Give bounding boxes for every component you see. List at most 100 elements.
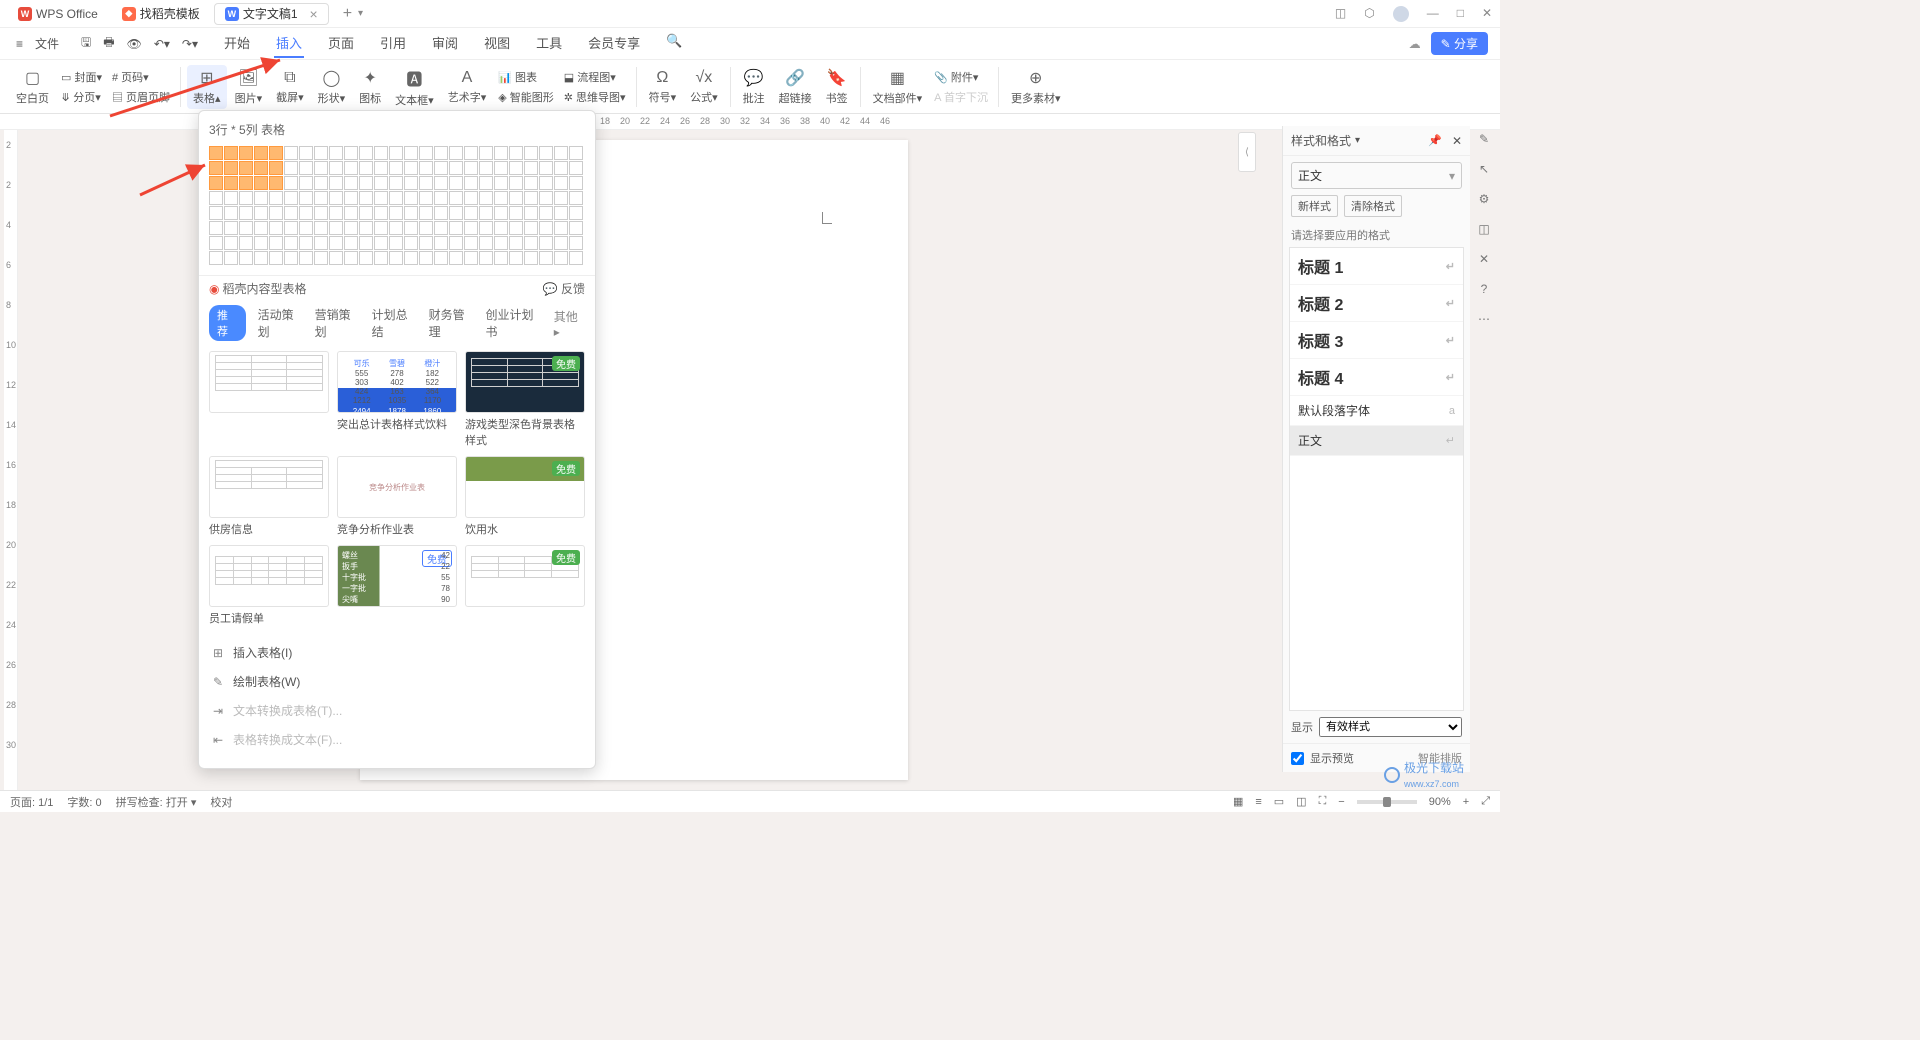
btn-flowchart[interactable]: ⬓ 流程图▾ (564, 69, 626, 85)
new-style-button[interactable]: 新样式 (1291, 195, 1338, 217)
btn-cover[interactable]: ▭ 封面▾ (61, 69, 102, 85)
tab-view[interactable]: 视图 (482, 29, 512, 58)
tab-tools[interactable]: 工具 (534, 29, 564, 58)
template-item[interactable]: 免费 (465, 545, 585, 626)
save-icon[interactable]: 🖫 (77, 30, 95, 57)
menu-draw-table[interactable]: ✎绘制表格(W) (199, 667, 595, 696)
cat-1[interactable]: 活动策划 (258, 306, 303, 340)
template-item[interactable]: 员工请假单 (209, 545, 329, 626)
tab-insert[interactable]: 插入 (274, 29, 304, 58)
cat-4[interactable]: 财务管理 (429, 306, 474, 340)
status-page[interactable]: 页面: 1/1 (10, 794, 53, 810)
minimize-button[interactable]: — (1427, 6, 1439, 22)
cat-recommend[interactable]: 推荐 (209, 305, 246, 341)
template-item[interactable] (209, 351, 329, 448)
expand-icon[interactable]: ⤢ (1481, 795, 1490, 808)
pencil-icon[interactable]: ✎ (1479, 132, 1489, 146)
tab-app[interactable]: WWPS Office (8, 3, 108, 25)
close-panel-icon[interactable]: ✕ (1452, 134, 1462, 148)
cloud-icon[interactable]: ☁ (1409, 37, 1421, 51)
print-icon[interactable]: 🖶 (99, 30, 118, 57)
btn-pagenum[interactable]: # 页码▾ (112, 69, 170, 85)
close-icon[interactable]: × (310, 6, 318, 22)
cursor-icon[interactable]: ↖ (1479, 162, 1489, 176)
btn-mindmap[interactable]: ✲ 思维导图▾ (564, 89, 626, 105)
template-item[interactable]: 免费游戏类型深色背景表格样式 (465, 351, 585, 448)
tools-icon[interactable]: ✕ (1479, 252, 1489, 266)
cat-more[interactable]: 其他 ▸ (554, 308, 585, 339)
btn-docpart[interactable]: ▦文档部件▾ (867, 65, 929, 109)
pin-icon[interactable]: 📌 (1428, 134, 1442, 147)
style-item[interactable]: 标题 2↵ (1290, 285, 1463, 322)
template-item[interactable]: 可乐雪碧橙汁5552781823034025224241633641212103… (337, 351, 457, 448)
btn-equation[interactable]: √x公式▾ (684, 65, 724, 109)
view-read-icon[interactable]: ▭ (1274, 795, 1284, 808)
btn-table[interactable]: ⊞表格▴ (187, 65, 227, 109)
tab-document[interactable]: W文字文稿1× (214, 3, 329, 25)
status-spell[interactable]: 拼写检查: 打开 ▾ (116, 794, 197, 810)
btn-symbol[interactable]: Ω符号▾ (643, 65, 683, 109)
tab-templates[interactable]: ◆找稻壳模板 (112, 3, 210, 25)
style-item[interactable]: 标题 4↵ (1290, 359, 1463, 396)
show-select[interactable]: 有效样式 (1319, 717, 1462, 737)
share-button[interactable]: ✎ 分享 (1431, 32, 1488, 55)
fit-icon[interactable]: ⛶ (1319, 795, 1327, 808)
cat-3[interactable]: 计划总结 (372, 306, 417, 340)
collapse-panel-button[interactable]: ⟨ (1238, 132, 1256, 172)
btn-blank[interactable]: ▢空白页 (10, 65, 55, 109)
status-words[interactable]: 字数: 0 (67, 794, 101, 810)
btn-textbox[interactable]: 🅰文本框▾ (389, 65, 440, 109)
maximize-button[interactable]: □ (1457, 6, 1464, 22)
btn-bookmark[interactable]: 🔖书签 (820, 65, 854, 109)
undo-icon[interactable]: ↶▾ (150, 34, 174, 54)
style-item[interactable]: 默认段落字体a (1290, 396, 1463, 426)
zoom-out-button[interactable]: − (1338, 796, 1344, 808)
close-window-button[interactable]: ✕ (1482, 6, 1492, 22)
search-icon[interactable]: 🔍 (664, 29, 684, 58)
btn-chart[interactable]: 📊 图表 (498, 69, 554, 85)
style-item[interactable]: 标题 1↵ (1290, 248, 1463, 285)
view-mode-icon[interactable]: ▦ (1233, 795, 1243, 808)
btn-attachment[interactable]: 📎 附件▾ (934, 69, 988, 85)
current-style-select[interactable]: 正文▾ (1291, 162, 1462, 189)
btn-dropcap[interactable]: A 首字下沉 (934, 89, 988, 105)
settings-icon[interactable]: ⚙ (1479, 192, 1490, 206)
view-outline-icon[interactable]: ≡ (1255, 796, 1261, 808)
cat-5[interactable]: 创业计划书 (486, 306, 542, 340)
style-item[interactable]: 标题 3↵ (1290, 322, 1463, 359)
template-item[interactable]: 竞争分析作业表竞争分析作业表 (337, 456, 457, 537)
template-item[interactable]: 供房信息 (209, 456, 329, 537)
status-proof[interactable]: 校对 (210, 794, 232, 810)
btn-comment[interactable]: 💬批注 (737, 65, 771, 109)
feedback-link[interactable]: 💬 反馈 (543, 280, 585, 297)
btn-wordart[interactable]: A艺术字▾ (442, 65, 493, 109)
btn-section[interactable]: ⤋ 分页▾ (61, 89, 102, 105)
template-item[interactable]: 免费螺丝扳手十字批一字批尖嘴4222557890 (337, 545, 457, 626)
table-size-grid[interactable] (199, 140, 595, 271)
template-item[interactable]: 免费饮用水 (465, 456, 585, 537)
zoom-in-button[interactable]: + (1463, 796, 1469, 808)
tab-page[interactable]: 页面 (326, 29, 356, 58)
new-tab-button[interactable]: + (343, 5, 352, 23)
avatar-icon[interactable] (1393, 6, 1409, 22)
hamburger-icon[interactable]: ≡ (12, 34, 27, 54)
btn-screenshot[interactable]: ⧉截屏▾ (270, 65, 310, 109)
cube-icon[interactable]: ⬡ (1364, 6, 1374, 22)
tab-start[interactable]: 开始 (222, 29, 252, 58)
tab-member[interactable]: 会员专享 (586, 29, 642, 58)
help-icon[interactable]: ? (1481, 282, 1488, 296)
tab-menu-icon[interactable]: ▾ (358, 8, 363, 19)
window-copy-icon[interactable]: ◫ (1335, 6, 1346, 22)
file-menu[interactable]: 文件 (31, 32, 63, 55)
btn-header[interactable]: ▤ 页眉页脚 (112, 89, 170, 105)
view-web-icon[interactable]: ◫ (1296, 795, 1306, 808)
cat-2[interactable]: 营销策划 (315, 306, 360, 340)
layers-icon[interactable]: ◫ (1478, 222, 1489, 236)
zoom-slider[interactable] (1357, 800, 1417, 804)
btn-picture[interactable]: 🖼图片▾ (229, 65, 269, 109)
menu-insert-table[interactable]: ⊞插入表格(I) (199, 638, 595, 667)
btn-more[interactable]: ⊕更多素材▾ (1005, 65, 1067, 109)
print-preview-icon[interactable]: 👁 (123, 34, 146, 54)
btn-hyperlink[interactable]: 🔗超链接 (773, 65, 818, 109)
btn-shape[interactable]: ◯形状▾ (312, 65, 352, 109)
